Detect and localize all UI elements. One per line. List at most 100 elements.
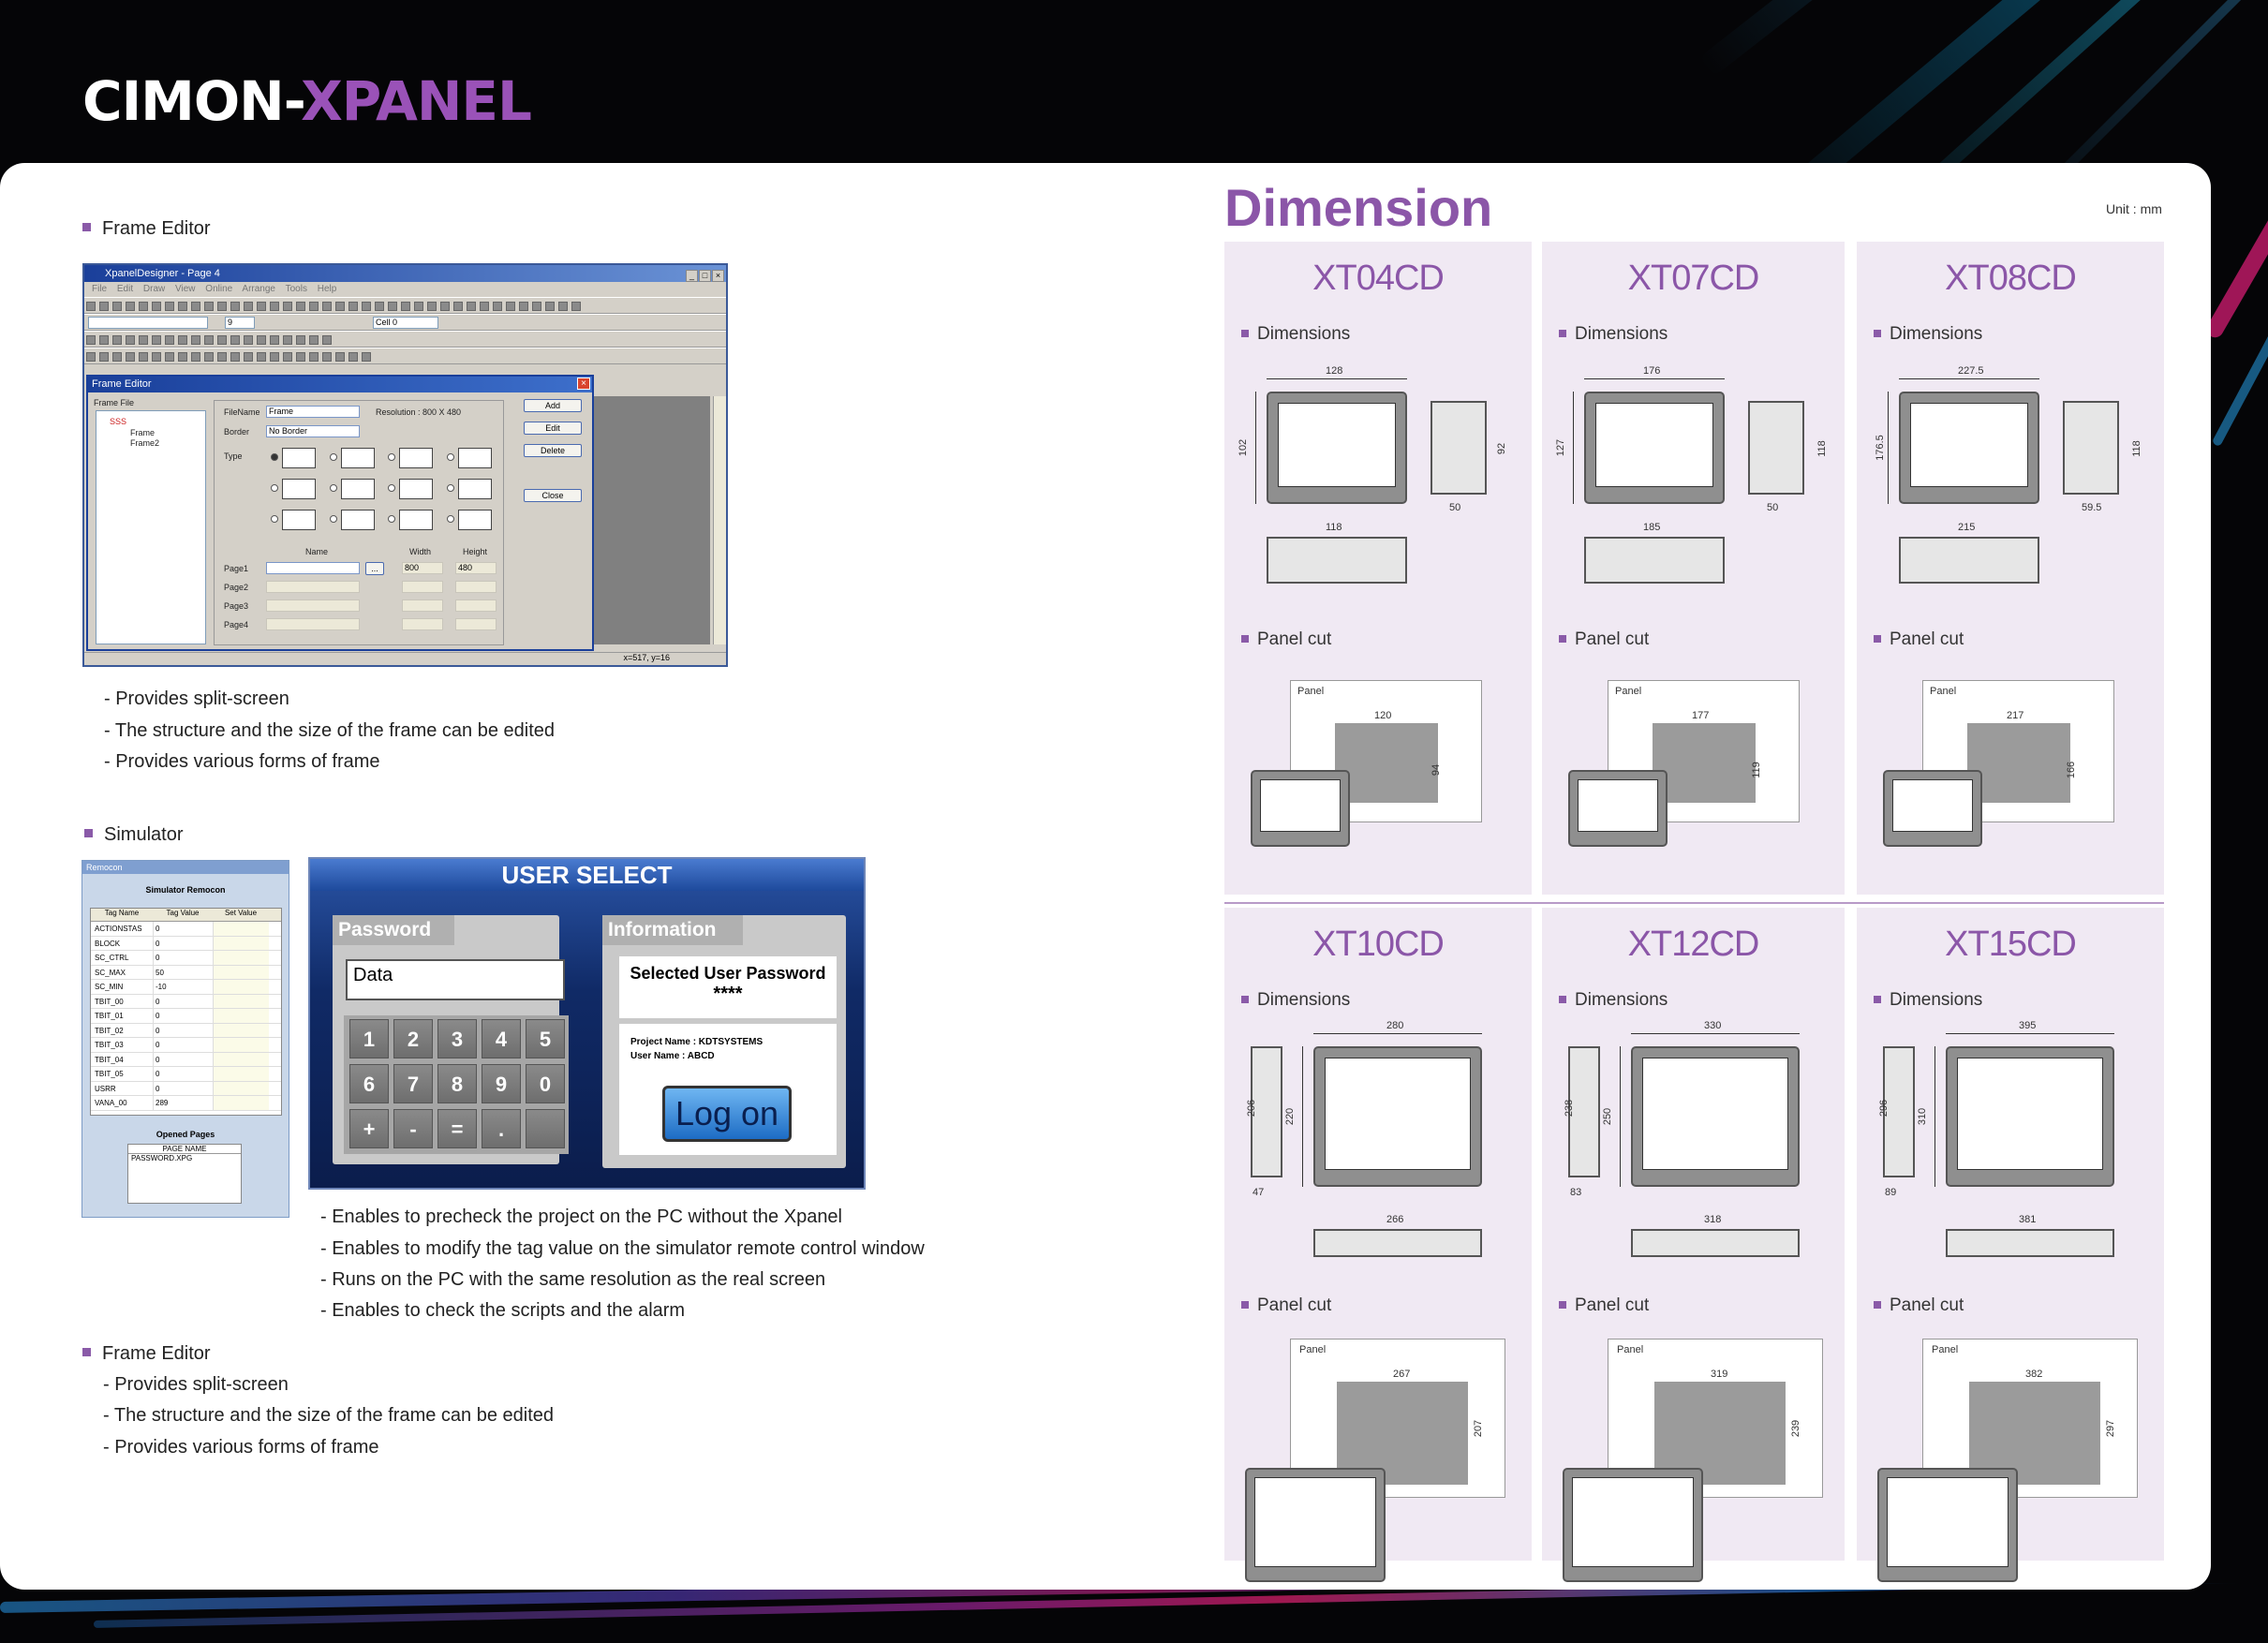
keypad-key[interactable]: 4	[482, 1019, 521, 1058]
designer-toolbar-3[interactable]	[84, 331, 726, 348]
font-size-select[interactable]: 9	[225, 317, 255, 329]
keypad-key[interactable]: .	[482, 1109, 521, 1148]
minimize-button[interactable]: _	[686, 270, 698, 282]
set-value-cell[interactable]	[213, 936, 269, 950]
tag-row[interactable]: TBIT_04 0	[91, 1052, 281, 1067]
tree-item-frame[interactable]: Frame	[130, 428, 155, 437]
keypad-key[interactable]: 2	[393, 1019, 433, 1058]
page4-width-input[interactable]	[402, 618, 443, 630]
frame-type-option[interactable]	[282, 448, 316, 468]
set-value-cell[interactable]	[213, 965, 269, 979]
information-tab[interactable]: Information	[602, 915, 743, 945]
tag-row[interactable]: TBIT_01 0	[91, 1009, 281, 1024]
border-select[interactable]: No Border	[266, 425, 360, 437]
type-radio[interactable]	[330, 484, 337, 492]
add-button[interactable]: Add	[524, 399, 582, 412]
page-file-item[interactable]: PASSWORD.XPG	[128, 1154, 241, 1162]
keypad-key[interactable]: 9	[482, 1064, 521, 1103]
tag-row[interactable]: SC_CTRL 0	[91, 951, 281, 966]
close-button[interactable]: ×	[712, 270, 724, 282]
frame-type-option[interactable]	[399, 448, 433, 468]
keypad-key[interactable]: 7	[393, 1064, 433, 1103]
page3-height-input[interactable]	[455, 599, 497, 612]
tag-table[interactable]: Tag Name Tag Value Set Value ACTIONSTAS 0…	[90, 908, 282, 1116]
logon-button[interactable]: Log on	[662, 1086, 792, 1142]
maximize-button[interactable]: □	[699, 270, 711, 282]
set-value-cell[interactable]	[213, 1009, 269, 1023]
page4-height-input[interactable]	[455, 618, 497, 630]
tag-row[interactable]: TBIT_03 0	[91, 1038, 281, 1053]
page1-height-input[interactable]: 480	[455, 562, 497, 574]
frame-type-option[interactable]	[341, 479, 375, 499]
designer-toolbar-2[interactable]: 9 Cell 0	[84, 314, 726, 331]
set-value-cell[interactable]	[213, 1081, 269, 1095]
type-radio[interactable]	[447, 453, 454, 461]
set-value-cell[interactable]	[213, 1067, 269, 1081]
frame-type-option[interactable]	[458, 510, 492, 530]
tag-row[interactable]: TBIT_05 0	[91, 1067, 281, 1082]
type-radio[interactable]	[447, 515, 454, 523]
frame-type-option[interactable]	[399, 479, 433, 499]
type-radio[interactable]	[388, 515, 395, 523]
page3-name-input[interactable]	[266, 599, 360, 612]
page1-name-input[interactable]	[266, 562, 360, 574]
type-radio[interactable]	[271, 453, 278, 461]
keypad-key[interactable]: 1	[349, 1019, 389, 1058]
frame-type-option[interactable]	[458, 479, 492, 499]
frame-type-option[interactable]	[341, 448, 375, 468]
tree-item-frame2[interactable]: Frame2	[130, 438, 159, 448]
frame-tree[interactable]: SSS Frame Frame2	[96, 410, 206, 644]
type-radio[interactable]	[271, 515, 278, 523]
keypad-key[interactable]: -	[393, 1109, 433, 1148]
page3-width-input[interactable]	[402, 599, 443, 612]
canvas-area[interactable]	[590, 396, 710, 644]
tag-row[interactable]: SC_MIN -10	[91, 980, 281, 995]
delete-button[interactable]: Delete	[524, 444, 582, 457]
set-value-cell[interactable]	[213, 922, 269, 936]
frame-type-option[interactable]	[399, 510, 433, 530]
tag-row[interactable]: SC_MAX 50	[91, 965, 281, 980]
set-value-cell[interactable]	[213, 1038, 269, 1052]
tag-row[interactable]: TBIT_00 0	[91, 994, 281, 1009]
tag-row[interactable]: ACTIONSTAS 0	[91, 922, 281, 937]
frame-type-option[interactable]	[458, 448, 492, 468]
dialog-close-button[interactable]: Close	[524, 489, 582, 502]
opened-pages-list[interactable]: PAGE NAME PASSWORD.XPG	[127, 1144, 242, 1204]
page2-width-input[interactable]	[402, 581, 443, 593]
tree-item-root[interactable]: SSS	[110, 417, 126, 426]
type-radio[interactable]	[388, 484, 395, 492]
tag-row[interactable]: USRR 0	[91, 1081, 281, 1096]
tag-row[interactable]: BLOCK 0	[91, 936, 281, 951]
type-radio[interactable]	[330, 453, 337, 461]
set-value-cell[interactable]	[213, 1096, 269, 1110]
tag-row[interactable]: TBIT_02 0	[91, 1023, 281, 1038]
vertical-scrollbar[interactable]	[713, 396, 726, 644]
type-radio[interactable]	[447, 484, 454, 492]
set-value-cell[interactable]	[213, 980, 269, 994]
keypad-key[interactable]	[526, 1109, 565, 1148]
designer-toolbar-4[interactable]	[84, 348, 726, 364]
frame-type-option[interactable]	[282, 510, 316, 530]
set-value-cell[interactable]	[213, 994, 269, 1008]
page1-width-input[interactable]: 800	[402, 562, 443, 574]
keypad-key[interactable]: 8	[437, 1064, 477, 1103]
page4-name-input[interactable]	[266, 618, 360, 630]
type-radio[interactable]	[388, 453, 395, 461]
dialog-close-icon[interactable]: ×	[577, 377, 590, 390]
keypad-key[interactable]: 0	[526, 1064, 565, 1103]
designer-menubar[interactable]: File Edit Draw View Online Arrange Tools…	[84, 282, 726, 297]
page2-name-input[interactable]	[266, 581, 360, 593]
set-value-cell[interactable]	[213, 1023, 269, 1037]
keypad-key[interactable]: +	[349, 1109, 389, 1148]
password-tab[interactable]: Password	[333, 915, 454, 945]
type-radio[interactable]	[330, 515, 337, 523]
font-select[interactable]	[88, 317, 208, 329]
edit-button[interactable]: Edit	[524, 422, 582, 435]
keypad-key[interactable]: =	[437, 1109, 477, 1148]
frame-type-option[interactable]	[341, 510, 375, 530]
designer-toolbar-1[interactable]	[84, 297, 726, 314]
tag-row[interactable]: VANA_00 289	[91, 1096, 281, 1111]
frame-type-option[interactable]	[282, 479, 316, 499]
password-input[interactable]: Data	[346, 959, 565, 1000]
filename-input[interactable]: Frame	[266, 406, 360, 418]
